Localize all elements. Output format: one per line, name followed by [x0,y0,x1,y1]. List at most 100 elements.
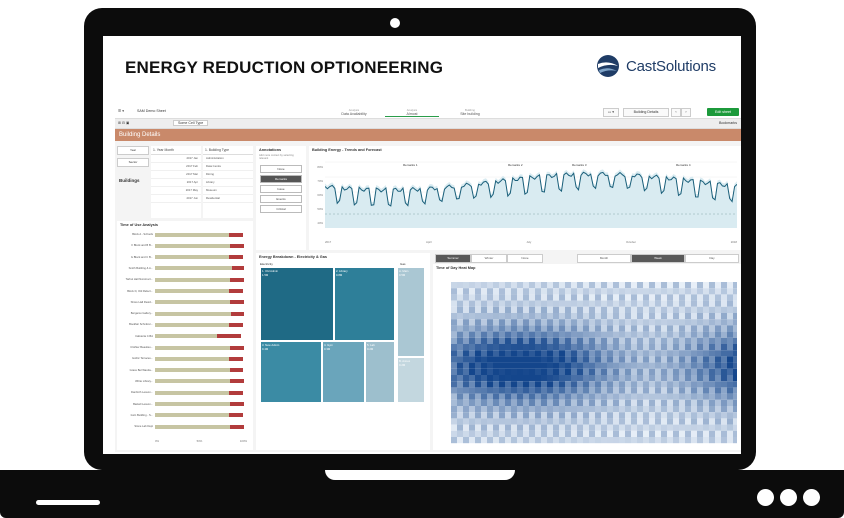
heatmap-cell[interactable] [589,406,595,413]
heatmap-cell[interactable] [733,288,737,295]
heatmap-cell[interactable] [721,375,727,382]
sector-button[interactable]: Sector [117,158,149,167]
heatmap-cell[interactable] [661,437,667,444]
heatmap-cell[interactable] [523,356,529,363]
heatmap-cell[interactable] [721,418,727,425]
heatmap-cell[interactable] [655,424,661,431]
heatmap-cell[interactable] [511,350,517,357]
heatmap-cell[interactable] [715,313,721,320]
heatmap-cell[interactable] [469,337,475,344]
heatmap-cell[interactable] [499,406,505,413]
heatmap-cell[interactable] [517,437,523,444]
heatmap-cell[interactable] [721,399,727,406]
heatmap-cell[interactable] [565,350,571,357]
heatmap-cell[interactable] [547,288,553,295]
heatmap-cell[interactable] [565,368,571,375]
heatmap-cell[interactable] [589,306,595,313]
heatmap-cell[interactable] [469,288,475,295]
heatmap-cell[interactable] [595,313,601,320]
heatmap-cell[interactable] [697,356,703,363]
heatmap-cell[interactable] [463,325,469,332]
heatmap-cell[interactable] [553,424,559,431]
heatmap-cell[interactable] [565,437,571,444]
heatmap-cell[interactable] [673,387,679,394]
heatmap-chart[interactable] [437,274,737,448]
heatmap-cell[interactable] [625,288,631,295]
heatmap-cell[interactable] [559,300,565,307]
heatmap-cell[interactable] [457,362,463,369]
heatmap-cell[interactable] [451,368,457,375]
tou-bar[interactable] [155,345,240,350]
heatmap-cell[interactable] [481,331,487,338]
heatmap-cell[interactable] [493,368,499,375]
heatmap-cell[interactable] [547,424,553,431]
heatmap-cell[interactable] [715,424,721,431]
heatmap-cell[interactable] [541,362,547,369]
heatmap-cell[interactable] [481,368,487,375]
heatmap-cell[interactable] [709,319,715,326]
heatmap-cell[interactable] [709,393,715,400]
tou-bar[interactable] [155,243,240,248]
heatmap-cell[interactable] [619,393,625,400]
heatmap-cell[interactable] [649,337,655,344]
heatmap-cell[interactable] [631,294,637,301]
heatmap-cell[interactable] [487,306,493,313]
heatmap-cell[interactable] [607,337,613,344]
heatmap-cell[interactable] [565,412,571,419]
heatmap-cell[interactable] [523,406,529,413]
year-button[interactable]: Year [117,146,149,155]
heatmap-cell[interactable] [499,437,505,444]
heatmap-cell[interactable] [577,406,583,413]
heatmap-cell[interactable] [469,430,475,437]
heatmap-cell[interactable] [463,387,469,394]
heatmap-cell[interactable] [595,418,601,425]
heatmap-cell[interactable] [637,294,643,301]
heatmap-cell[interactable] [619,344,625,351]
heatmap-cell[interactable] [481,306,487,313]
heatmap-cell[interactable] [733,375,737,382]
heatmap-cell[interactable] [523,294,529,301]
heatmap-cell[interactable] [529,288,535,295]
heatmap-cell[interactable] [487,406,493,413]
heatmap-cell[interactable] [721,325,727,332]
heatmap-cell[interactable] [679,294,685,301]
heatmap-cell[interactable] [475,306,481,313]
heatmap-cell[interactable] [481,282,487,289]
heatmap-cell[interactable] [523,399,529,406]
heatmap-cell[interactable] [601,288,607,295]
heatmap-cell[interactable] [499,430,505,437]
heatmap-cell[interactable] [535,418,541,425]
heatmap-cell[interactable] [547,430,553,437]
heatmap-cell[interactable] [547,294,553,301]
heatmap-cell[interactable] [577,393,583,400]
heatmap-cell[interactable] [703,288,709,295]
heatmap-cell[interactable] [619,381,625,388]
heatmap-cell[interactable] [673,368,679,375]
heatmap-cell[interactable] [535,300,541,307]
heatmap-cell[interactable] [535,325,541,332]
heatmap-cell[interactable] [649,387,655,394]
heatmap-cell[interactable] [451,282,457,289]
trend-annotation[interactable]: Remarks 4 [676,163,691,167]
heatmap-cell[interactable] [481,362,487,369]
heatmap-cell[interactable] [577,319,583,326]
heatmap-cell[interactable] [451,437,457,444]
heatmap-cell[interactable] [463,319,469,326]
heatmap-cell[interactable] [475,375,481,382]
heatmap-cell[interactable] [481,288,487,295]
heatmap-cell[interactable] [583,288,589,295]
heatmap-cell[interactable] [523,375,529,382]
heatmap-cell[interactable] [493,325,499,332]
heatmap-cell[interactable] [643,306,649,313]
heatmap-cell[interactable] [631,350,637,357]
heatmap-cell[interactable] [619,375,625,382]
heatmap-cell[interactable] [523,331,529,338]
heatmap-cell[interactable] [547,331,553,338]
heatmap-cell[interactable] [511,368,517,375]
heatmap-cell[interactable] [553,288,559,295]
heatmap-cell[interactable] [661,300,667,307]
heatmap-cell[interactable] [553,331,559,338]
heatmap-cell[interactable] [637,368,643,375]
heatmap-cell[interactable] [571,282,577,289]
heatmap-cell[interactable] [601,294,607,301]
